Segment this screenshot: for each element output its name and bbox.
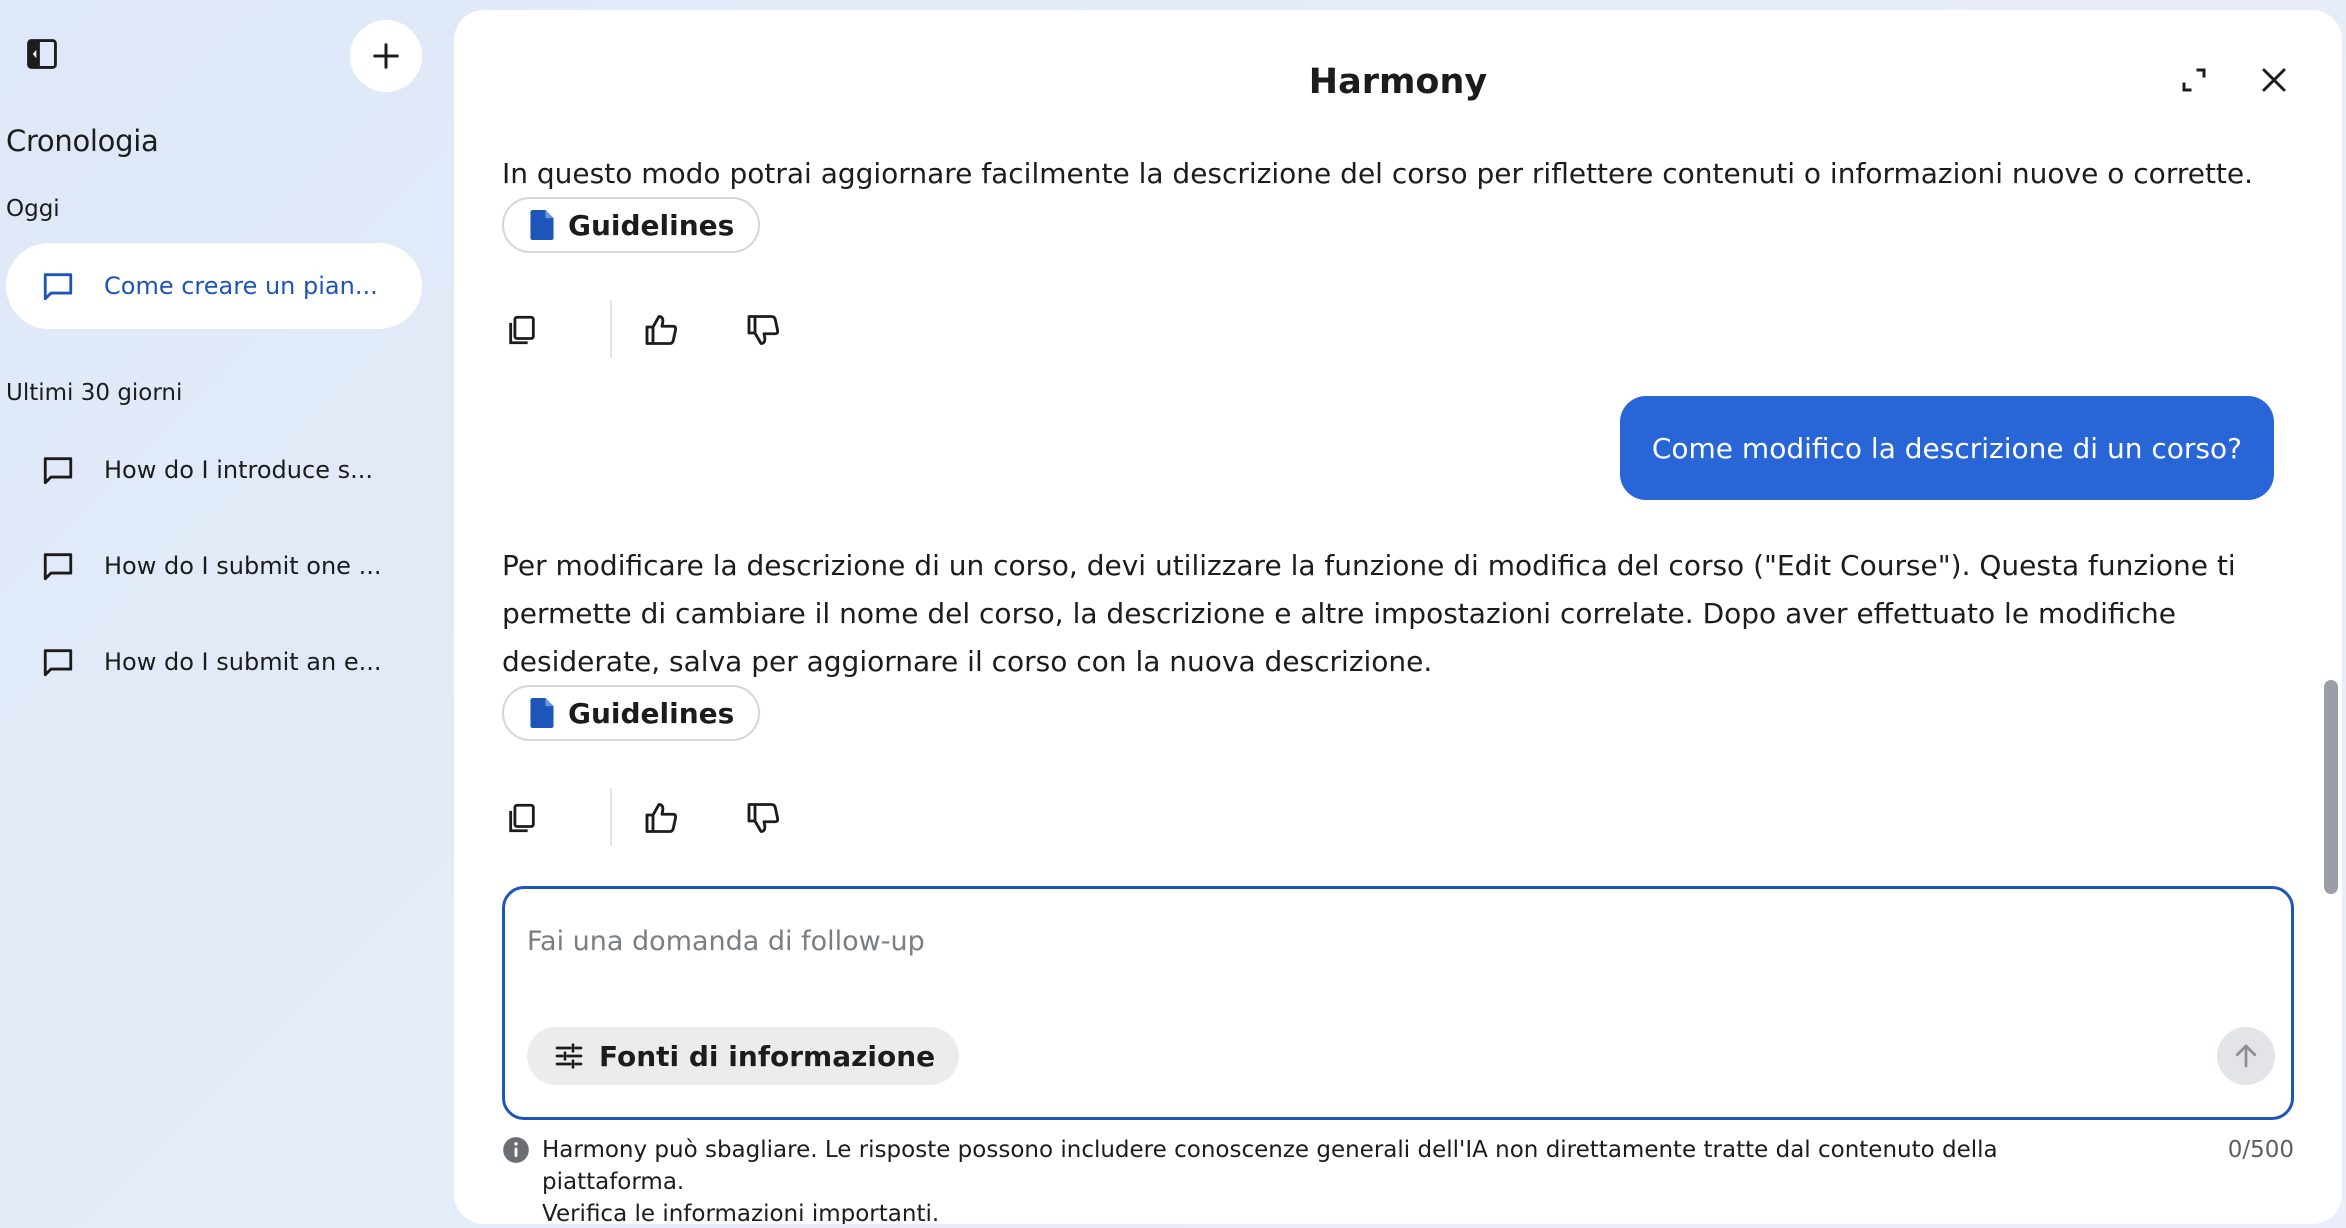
history-item[interactable]: How do I introduce s... [6, 427, 422, 513]
thumbs-up-icon [645, 803, 678, 833]
source-chip-label: Guidelines [568, 696, 735, 730]
history-item[interactable]: How do I submit an e... [6, 619, 422, 705]
section-today-label: Oggi [6, 196, 60, 222]
thumbs-up-icon [645, 315, 678, 345]
scrollbar-thumb[interactable] [2324, 680, 2338, 894]
history-sidebar: Cronologia Oggi Come creare un pian... U… [0, 0, 450, 1228]
arrow-up-icon [2235, 1044, 2257, 1068]
follow-up-input[interactable] [527, 911, 2227, 971]
message-actions [502, 300, 822, 360]
history-item-label: How do I submit an e... [104, 648, 382, 676]
sources-button-label: Fonti di informazione [599, 1039, 936, 1073]
source-chip-label: Guidelines [568, 208, 735, 242]
composer: Fonti di informazione [502, 886, 2294, 1120]
plus-icon [373, 43, 399, 69]
history-item-label: How do I introduce s... [104, 456, 373, 484]
sliders-icon [555, 1043, 583, 1069]
document-icon [530, 210, 554, 240]
actions-divider [610, 300, 612, 358]
user-message-bubble: Come modifico la descrizione di un corso… [1619, 396, 2274, 500]
message-actions [502, 788, 822, 848]
chat-bubble-icon [43, 649, 73, 677]
assistant-message-text: In questo modo potrai aggiornare facilme… [502, 157, 2254, 190]
thumbs-up-button[interactable] [642, 798, 682, 838]
info-icon [503, 1137, 529, 1163]
section-last30-label: Ultimi 30 giorni [6, 380, 183, 406]
thumbs-down-button[interactable] [744, 310, 784, 350]
char-counter: 0/500 [2227, 1137, 2294, 1163]
sidebar-title: Cronologia [6, 124, 159, 158]
panel-title: Harmony [1308, 62, 1488, 102]
chat-bubble-icon [43, 553, 73, 581]
disclaimer-text: Harmony può sbagliare. Le risposte posso… [542, 1134, 2142, 1224]
history-item-label: Come creare un pian... [104, 272, 378, 300]
close-icon [2262, 68, 2286, 92]
new-chat-button[interactable] [350, 20, 422, 92]
document-icon [530, 698, 554, 728]
assistant-message-text: Per modificare la descrizione di un cors… [502, 549, 2236, 678]
history-item-label: How do I submit one ... [104, 552, 382, 580]
thumbs-down-button[interactable] [744, 798, 784, 838]
copy-button[interactable] [502, 310, 542, 350]
sources-button[interactable]: Fonti di informazione [527, 1027, 960, 1085]
actions-divider [610, 788, 612, 846]
history-item[interactable]: How do I submit one ... [6, 523, 422, 609]
send-button[interactable] [2217, 1027, 2275, 1085]
sidebar-toggle-button[interactable] [22, 34, 62, 74]
disclaimer-line-2: Verifica le informazioni importanti. [542, 1201, 940, 1224]
expand-button[interactable] [2174, 60, 2214, 100]
thumbs-down-icon [747, 315, 780, 345]
source-chip[interactable]: Guidelines [502, 685, 761, 741]
chat-bubble-icon [43, 273, 73, 301]
thumbs-down-icon [747, 803, 780, 833]
close-button[interactable] [2254, 60, 2294, 100]
expand-icon [2182, 68, 2206, 92]
disclaimer: Harmony può sbagliare. Le risposte posso… [502, 1134, 2142, 1224]
copy-button[interactable] [502, 798, 542, 838]
source-chip[interactable]: Guidelines [502, 197, 761, 253]
thumbs-up-button[interactable] [642, 310, 682, 350]
chat-bubble-icon [43, 457, 73, 485]
disclaimer-line-1: Harmony può sbagliare. Le risposte posso… [542, 1137, 1998, 1195]
copy-icon [509, 803, 535, 833]
chat-panel: Harmony In questo modo potrai aggiornare… [454, 10, 2342, 1224]
sidebar-collapse-icon [27, 39, 57, 69]
copy-icon [509, 315, 535, 345]
history-item-active[interactable]: Come creare un pian... [6, 243, 422, 329]
